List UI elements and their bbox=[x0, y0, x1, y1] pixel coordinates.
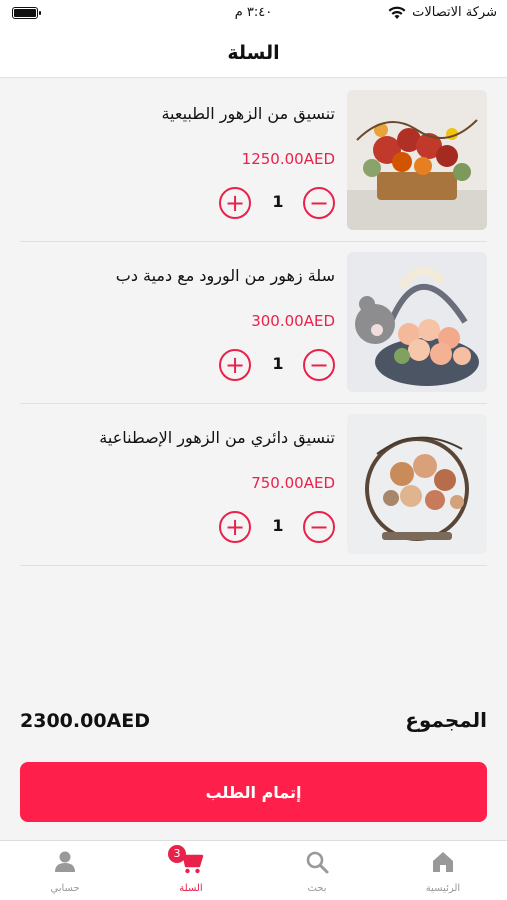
flower-arrangement-image bbox=[347, 90, 487, 230]
round-flower-arrangement-image bbox=[347, 414, 487, 554]
checkout-button[interactable]: إتمام الطلب bbox=[20, 762, 487, 822]
flower-basket-teddy-image bbox=[347, 252, 487, 392]
tab-search[interactable]: بحث bbox=[254, 841, 380, 900]
increase-quantity-button[interactable]: + bbox=[219, 349, 251, 381]
tab-label: السلة bbox=[179, 883, 203, 894]
increase-quantity-button[interactable]: + bbox=[219, 511, 251, 543]
tab-account[interactable]: حسابي bbox=[2, 841, 128, 900]
status-carrier: شركة الاتصالات bbox=[388, 5, 497, 20]
quantity-value: 1 bbox=[272, 516, 284, 535]
status-time: ٣:٤٠ م bbox=[234, 5, 273, 20]
page-header: السلة bbox=[0, 28, 507, 78]
cart-total: المجموع 2300.00AED bbox=[20, 700, 487, 740]
cart-count-badge: 3 bbox=[168, 845, 186, 863]
carrier-name: شركة الاتصالات bbox=[412, 5, 497, 20]
quantity-value: 1 bbox=[272, 192, 284, 211]
tab-bar: الرئيسية بحث 3 السلة حسابي bbox=[0, 840, 507, 900]
cart-item: سلة زهور من الورود مع دمية دب 300.00AED … bbox=[20, 242, 487, 404]
decrease-quantity-button[interactable]: − bbox=[303, 349, 335, 381]
product-price: 750.00AED bbox=[251, 474, 335, 492]
tab-label: الرئيسية bbox=[425, 883, 461, 894]
search-icon bbox=[304, 849, 330, 875]
product-name: تنسيق من الزهور الطبيعية bbox=[161, 104, 335, 123]
user-icon bbox=[52, 849, 78, 875]
product-price: 1250.00AED bbox=[241, 150, 335, 168]
product-image bbox=[347, 414, 487, 554]
product-name: تنسيق دائري من الزهور الإصطناعية bbox=[99, 428, 335, 447]
cart-item: تنسيق دائري من الزهور الإصطناعية 750.00A… bbox=[20, 404, 487, 566]
cart-item: تنسيق من الزهور الطبيعية 1250.00AED − 1 … bbox=[20, 80, 487, 242]
total-label: المجموع bbox=[405, 708, 487, 732]
wifi-icon bbox=[388, 6, 406, 19]
product-price: 300.00AED bbox=[251, 312, 335, 330]
product-image bbox=[347, 90, 487, 230]
tab-label: بحث bbox=[307, 883, 327, 894]
decrease-quantity-button[interactable]: − bbox=[303, 187, 335, 219]
tab-label: حسابي bbox=[50, 883, 80, 894]
cart-icon: 3 bbox=[168, 845, 204, 875]
quantity-value: 1 bbox=[272, 354, 284, 373]
tab-home[interactable]: الرئيسية bbox=[380, 841, 506, 900]
page-title: السلة bbox=[227, 41, 280, 64]
status-bar: شركة الاتصالات ٣:٤٠ م bbox=[0, 0, 507, 28]
product-name: سلة زهور من الورود مع دمية دب bbox=[115, 266, 335, 285]
battery-icon bbox=[12, 7, 41, 19]
decrease-quantity-button[interactable]: − bbox=[303, 511, 335, 543]
product-image bbox=[347, 252, 487, 392]
tab-cart[interactable]: 3 السلة bbox=[128, 841, 254, 900]
total-value: 2300.00AED bbox=[20, 710, 150, 732]
home-icon bbox=[430, 849, 456, 875]
increase-quantity-button[interactable]: + bbox=[219, 187, 251, 219]
